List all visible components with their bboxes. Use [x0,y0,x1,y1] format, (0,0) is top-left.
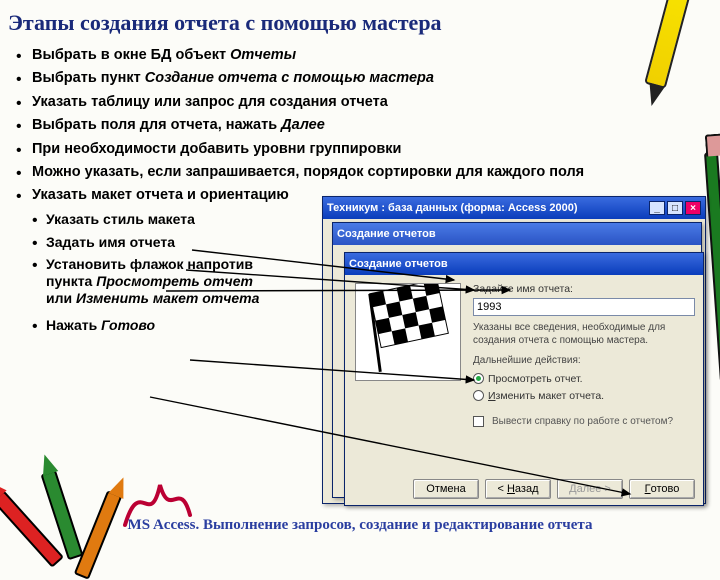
titlebar-wizard-back: Создание отчетов [333,223,701,245]
radio-view-label: Просмотреть отчет. [488,373,583,385]
bullet-6: Можно указать, если запрашивается, поряд… [14,164,714,181]
wizard-body: Задайте имя отчета: Указаны все сведения… [473,281,695,465]
report-name-input[interactable] [473,298,695,316]
cancel-button[interactable]: Отмена [413,479,479,499]
wizard-button-row: Отмена < Назад Далее > Готово [413,479,695,499]
slide-title: Этапы создания отчета с помощью мастера [8,10,442,36]
wizard-description: Указаны все сведения, необходимые для со… [473,322,695,347]
bullet-3: Указать таблицу или запрос для создания … [14,94,714,111]
titlebar-wizard-text: Создание отчетов [349,258,699,270]
bullet-5: При необходимости добавить уровни группи… [14,141,714,158]
done-button[interactable]: Готово [629,479,695,499]
back-button[interactable]: < Назад [485,479,551,499]
checkbox-help-label: Вывести справку по работе с отчетом? [492,416,673,427]
window-controls: _ □ × [649,201,701,215]
slide-footer: MS Access. Выполнение запросов, создание… [0,517,720,534]
titlebar-main-text: Техникум : база данных (форма: Access 20… [327,202,649,214]
bullet-10: Установить флажок напротив пункта Просмо… [32,256,272,306]
radio-edit-label: Изменить макет отчета. [488,390,604,402]
next-button: Далее > [557,479,623,499]
wizard-window-front: Создание отчетов [344,252,704,506]
wizard-next-label: Дальнейшие действия: [473,355,695,368]
orange-crayon-icon [74,490,123,579]
access-window-stack: Техникум : база данных (форма: Access 20… [322,196,710,510]
radio-edit-layout[interactable]: Изменить макет отчета. [473,390,695,402]
radio-view-report[interactable]: Просмотреть отчет. [473,373,695,385]
radio-icon [473,390,484,401]
checkered-flag-icon [355,283,461,381]
checkbox-icon [473,416,484,427]
checkbox-help[interactable]: Вывести справку по работе с отчетом? [473,416,695,427]
titlebar-wizard: Создание отчетов [345,253,703,275]
titlebar-main: Техникум : база данных (форма: Access 20… [323,197,705,219]
radio-icon [473,373,484,384]
bullet-2: Выбрать пункт Создание отчета с помощью … [14,70,714,87]
bullet-1: Выбрать в окне БД объект Отчеты [14,47,714,64]
minimize-button[interactable]: _ [649,201,665,215]
close-button[interactable]: × [685,201,701,215]
report-name-label: Задайте имя отчета: [473,283,695,295]
bullet-4: Выбрать поля для отчета, нажать Далее [14,117,714,134]
titlebar-wizard-back-text: Создание отчетов [337,228,697,240]
maximize-button[interactable]: □ [667,201,683,215]
